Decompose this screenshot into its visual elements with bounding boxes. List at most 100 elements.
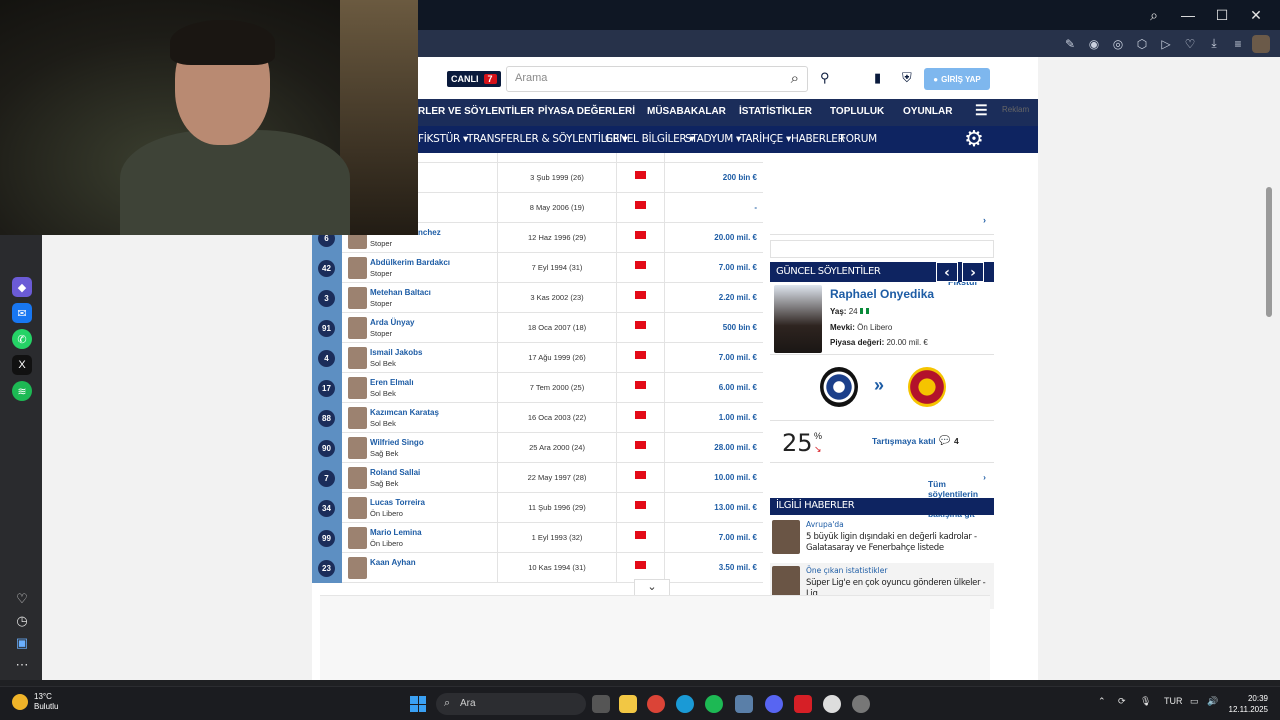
player-name-link[interactable]: Arda Ünyay	[370, 318, 414, 327]
player-name-link[interactable]: Ismail Jakobs	[370, 348, 422, 357]
chevron-up-icon[interactable]: ⌃	[1098, 696, 1106, 707]
subnav-history[interactable]: TARİHÇE ▾	[740, 133, 791, 145]
fixture-link[interactable]: Fikstür ›	[948, 215, 986, 287]
collections-icon[interactable]: ▣	[12, 633, 32, 653]
table-row[interactable]: 88 Kazımcan Karataş Sol Bek 16 Oca 2003 (22…	[312, 403, 763, 433]
bookmark-icon[interactable]: ▮	[874, 70, 881, 86]
table-row[interactable]: 91 Arda Ünyay Stoper 18 Oca 2007 (18) 500 bi…	[312, 313, 763, 343]
subnav-transfers[interactable]: TRANSFERLER & SÖYLENTİLER ▾	[467, 133, 628, 145]
player-name-link[interactable]: Roland Sallai	[370, 468, 420, 477]
table-row[interactable]: 4 Ismail Jakobs Sol Bek 17 Ağu 1999 (26) 7.0…	[312, 343, 763, 373]
player-name-link[interactable]: Mario Lemina	[370, 528, 422, 537]
scrollbar-thumb[interactable]	[1266, 187, 1272, 317]
table-row[interactable]: 17 Eren Elmalı Sol Bek 7 Tem 2000 (25) 6.00 …	[312, 373, 763, 403]
clock[interactable]: 20:39 12.11.2025	[1226, 693, 1268, 715]
search-icon[interactable]: ⌕	[791, 70, 799, 87]
table-row[interactable]: 3 Metehan Baltacı Stoper 3 Kas 2002 (23) 2.2…	[312, 283, 763, 313]
nav-market-values[interactable]: PİYASA DEĞERLERİ	[538, 106, 635, 117]
market-value-link[interactable]: 200 bin €	[667, 173, 757, 182]
search-icon[interactable]: ⌕	[1140, 3, 1168, 27]
market-value-link[interactable]: 2.20 mil. €	[667, 293, 757, 302]
subnav-stadium[interactable]: STADYUM ▾	[685, 133, 741, 145]
sync-icon[interactable]: ⟳	[1118, 696, 1126, 707]
extension-icon[interactable]: ⬡	[1132, 34, 1152, 54]
start-button[interactable]	[410, 696, 426, 712]
profile-avatar[interactable]	[1252, 34, 1270, 53]
shield-check-icon[interactable]: ◎	[1108, 34, 1128, 54]
camera-icon[interactable]: ◉	[1084, 34, 1104, 54]
market-value-link[interactable]: 1.00 mil. €	[667, 413, 757, 422]
shield-icon[interactable]: ⛨	[902, 70, 912, 86]
player-name-link[interactable]: Abdülkerim Bardakcı	[370, 258, 450, 267]
spotify-icon[interactable]: ≋	[12, 381, 32, 401]
microphone-icon[interactable]: 🎙	[1140, 696, 1151, 707]
market-value-link[interactable]: 28.00 mil. €	[667, 443, 757, 452]
gear-icon[interactable]: ⚙	[962, 127, 986, 151]
weather-widget[interactable]: 13°C Bulutlu	[12, 692, 58, 712]
player-name-link[interactable]: Kazımcan Karataş	[370, 408, 439, 417]
player-name-link[interactable]: Kaan Ayhan	[370, 558, 416, 567]
login-button[interactable]: ● GİRİŞ YAP	[924, 68, 990, 90]
market-value-link[interactable]: -	[667, 203, 757, 212]
close-button[interactable]: ✕	[1242, 3, 1270, 27]
settings-icon[interactable]	[852, 695, 870, 713]
subnav-forum[interactable]: FORUM	[840, 133, 877, 145]
file-explorer-icon[interactable]	[619, 695, 637, 713]
app-icon[interactable]: ◆	[12, 277, 32, 297]
heart-icon[interactable]: ♡	[1180, 34, 1200, 54]
app-icon[interactable]	[735, 695, 753, 713]
table-row[interactable]: 99 Mario Lemina Ön Libero 1 Eyl 1993 (32) 7.…	[312, 523, 763, 553]
market-value-link[interactable]: 7.00 mil. €	[667, 263, 757, 272]
nav-community[interactable]: TOPLULUK	[830, 106, 884, 117]
market-value-link[interactable]: 7.00 mil. €	[667, 533, 757, 542]
subnav-news[interactable]: HABERLER	[791, 133, 845, 145]
nav-matches[interactable]: MÜSABAKALAR	[647, 106, 726, 117]
nav-transfers[interactable]: RLER VE SÖYLENTİLER	[418, 106, 534, 117]
market-value-link[interactable]: 10.00 mil. €	[667, 473, 757, 482]
subnav-general[interactable]: GENEL BİLGİLER ▾	[605, 133, 695, 145]
player-name-link[interactable]: Metehan Baltacı	[370, 288, 431, 297]
download-icon[interactable]: ⤓	[1204, 34, 1224, 54]
market-value-link[interactable]: 3.50 mil. €	[667, 563, 757, 572]
subnav-fixture[interactable]: FİKSTÜR ▾	[418, 133, 468, 145]
table-row[interactable]: 42 Abdülkerim Bardakcı Stoper 7 Eyl 1994 (3…	[312, 253, 763, 283]
table-row[interactable]: 7 Roland Sallai Sağ Bek 22 May 1997 (28) 10.…	[312, 463, 763, 493]
menu-icon[interactable]: ≡	[1228, 34, 1248, 54]
discord-icon[interactable]	[765, 695, 783, 713]
more-icon[interactable]: ⋯	[12, 655, 32, 675]
whatsapp-icon[interactable]: ✆	[12, 329, 32, 349]
market-value-link[interactable]: 7.00 mil. €	[667, 353, 757, 362]
nav-statistics[interactable]: İSTATİSTİKLER	[739, 106, 812, 117]
taskbar-search[interactable]: ⌕ Ara	[436, 693, 586, 715]
edge-icon[interactable]	[676, 695, 694, 713]
mini-scroll-box[interactable]	[770, 240, 994, 258]
live-badge[interactable]: CANLI 7	[447, 71, 501, 87]
discuss-link[interactable]: Tartışmaya katıl	[872, 436, 936, 446]
prev-arrow-button[interactable]: ‹	[936, 262, 958, 282]
task-view-icon[interactable]	[592, 695, 610, 713]
obs-icon[interactable]	[823, 695, 841, 713]
player-name-link[interactable]: Eren Elmalı	[370, 378, 414, 387]
news-item[interactable]: Avrupa'da 5 büyük ligin dışındaki en değ…	[770, 517, 994, 563]
market-value-link[interactable]: 6.00 mil. €	[667, 383, 757, 392]
player-name-link[interactable]: Wilfried Singo	[370, 438, 424, 447]
market-value-link[interactable]: 500 bin €	[667, 323, 757, 332]
all-rumors-link[interactable]: Tüm söylentilerin genel bakışına git ›	[928, 472, 986, 519]
page-scrollbar[interactable]	[1260, 57, 1280, 680]
player-name[interactable]: Raphael Onyedika	[830, 287, 934, 301]
opera-icon[interactable]	[794, 695, 812, 713]
favorites-icon[interactable]: ♡	[12, 589, 32, 609]
market-value-link[interactable]: 20.00 mil. €	[667, 233, 757, 242]
table-row[interactable]: 23 Kaan Ayhan 10 Kas 1994 (31) 3.50 mil. €	[312, 553, 763, 583]
next-arrow-button[interactable]: ›	[962, 262, 984, 282]
player-name-link[interactable]: Lucas Torreira	[370, 498, 425, 507]
user-search-icon[interactable]: ⚲	[820, 70, 830, 86]
volume-icon[interactable]: 🔊	[1207, 696, 1218, 707]
history-icon[interactable]: ◷	[12, 611, 32, 631]
search-input[interactable]: Arama ⌕	[506, 66, 808, 92]
hamburger-icon[interactable]: ☰	[975, 102, 988, 119]
galatasaray-crest-icon[interactable]	[908, 367, 946, 407]
chrome-icon[interactable]	[647, 695, 665, 713]
spotify-icon[interactable]	[705, 695, 723, 713]
x-icon[interactable]: X	[12, 355, 32, 375]
